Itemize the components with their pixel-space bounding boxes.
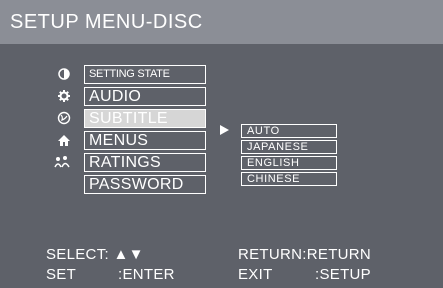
exit-hint-label: EXIT: [238, 266, 273, 283]
submenu-option-auto[interactable]: AUTO: [241, 124, 337, 138]
set-hint-label: SET: [46, 266, 77, 283]
page-title: SETUP MENU-DISC: [10, 11, 203, 33]
submenu-option-chinese[interactable]: CHINESE: [241, 172, 337, 186]
menu-item-setting-state[interactable]: SETTING STATE: [84, 65, 206, 84]
menu-item-password[interactable]: PASSWORD: [84, 175, 206, 194]
exit-hint-value: :SETUP: [315, 266, 371, 283]
globe-icon: [57, 111, 71, 125]
people-icon: [54, 156, 70, 168]
select-hint: SELECT: ▲▼: [46, 246, 144, 263]
select-hint-label: SELECT:: [46, 246, 109, 263]
submenu-option-english[interactable]: ENGLISH: [241, 156, 337, 170]
return-hint: RETURN:RETURN: [238, 246, 372, 263]
gear-icon: [58, 90, 70, 102]
set-hint-value: :ENTER: [118, 266, 175, 283]
menu-item-audio[interactable]: AUDIO: [84, 87, 206, 106]
menu-item-ratings[interactable]: RATINGS: [84, 153, 206, 172]
selection-pointer-icon: [220, 125, 229, 135]
submenu-option-japanese[interactable]: JAPANESE: [241, 140, 337, 154]
menu-item-menus[interactable]: MENUS: [84, 131, 206, 150]
contrast-circle-icon: [58, 68, 70, 80]
house-icon: [58, 135, 70, 146]
menu-item-subtitle[interactable]: SUBTITLE: [84, 109, 206, 128]
updown-arrows-icon: ▲▼: [113, 246, 144, 263]
